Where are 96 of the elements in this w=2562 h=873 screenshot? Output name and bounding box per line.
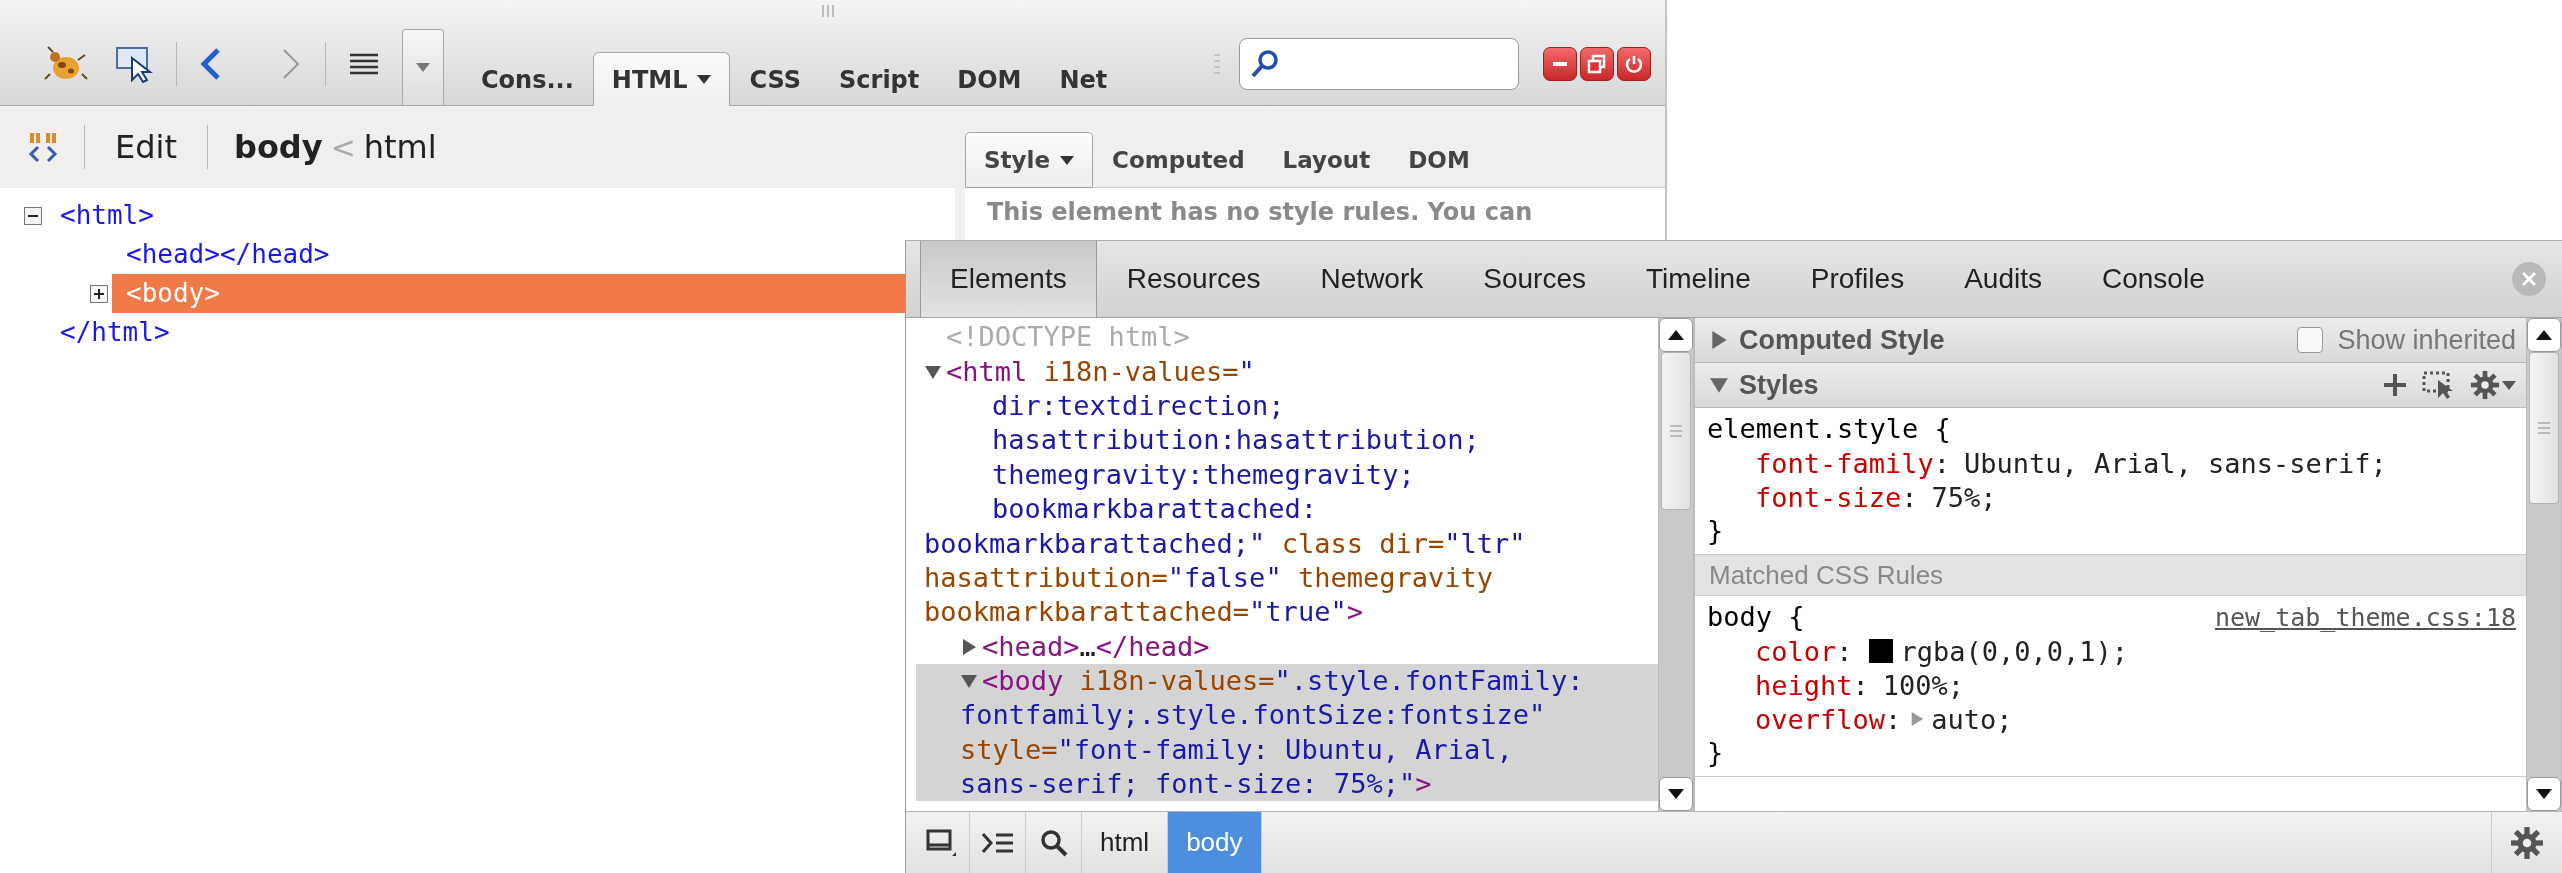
- expand-icon[interactable]: [90, 284, 108, 303]
- css-value: 75%;: [1931, 481, 1997, 513]
- expanded-triangle-icon[interactable]: [1709, 375, 1729, 395]
- panel-tab[interactable]: Elements: [920, 241, 1097, 317]
- restore-button[interactable]: [1580, 46, 1614, 81]
- css-property: color:: [1755, 635, 1853, 667]
- panel-tab[interactable]: HTML: [592, 52, 731, 106]
- scroll-up-button[interactable]: [2527, 318, 2561, 352]
- css-property: overflow:: [1755, 703, 1902, 735]
- code-line: sans-serif; font-size: 75%;">: [960, 767, 1432, 802]
- css-value: auto;: [1931, 703, 2013, 735]
- panel-tab[interactable]: Console: [2071, 241, 2235, 317]
- minimize-icon: [1553, 61, 1567, 66]
- css-brace: }: [1707, 514, 1724, 548]
- color-swatch[interactable]: [1868, 639, 1893, 663]
- section-title: Matched CSS Rules: [1695, 555, 2526, 596]
- section-header[interactable]: Computed Style Show inherited: [1695, 318, 2526, 363]
- code-line: <!DOCTYPE html>: [946, 320, 1190, 355]
- breadcrumb-separator: <: [330, 129, 356, 165]
- css-value: Ubuntu, Arial, sans-serif;: [1964, 447, 2387, 479]
- side-tab[interactable]: DOM: [1389, 132, 1489, 188]
- down-arrow-icon: [1668, 789, 1684, 799]
- css-brace: }: [1707, 736, 1724, 770]
- scroll-down-button[interactable]: [2527, 777, 2561, 811]
- caret-icon: [416, 63, 430, 72]
- css-property: font-size:: [1755, 481, 1918, 513]
- breadcrumb[interactable]: html: [363, 128, 437, 166]
- side-tab[interactable]: Style: [965, 132, 1094, 188]
- code-line: <body i18n-values=".style.fontFamily:: [982, 664, 1584, 699]
- grip-icon: [820, 5, 835, 17]
- code-line: bookmarkbarattached;" class dir="ltr": [924, 526, 1526, 561]
- panel-tab[interactable]: Audits: [1934, 241, 2072, 317]
- code-line: dir:textdirection;: [992, 388, 1285, 423]
- caret-icon: [2502, 380, 2516, 390]
- css-property: height:: [1755, 669, 1869, 701]
- panel-tab[interactable]: Cons...: [462, 52, 593, 106]
- search-icon: [1250, 48, 1280, 79]
- scroll-down-button[interactable]: [1659, 777, 1693, 811]
- add-icon[interactable]: [2382, 372, 2408, 398]
- minimize-button[interactable]: [1543, 46, 1577, 81]
- up-arrow-icon: [2536, 330, 2552, 340]
- section-header[interactable]: Styles: [1695, 363, 2526, 408]
- settings-menu-icon[interactable]: [2470, 370, 2516, 400]
- panel-tab[interactable]: Net: [1040, 52, 1127, 106]
- scroll-up-button[interactable]: [1659, 318, 1693, 352]
- code-line: <html i18n-values=": [946, 354, 1255, 389]
- panel-tab[interactable]: Profiles: [1780, 241, 1935, 317]
- up-arrow-icon: [1668, 330, 1684, 340]
- panel-tab[interactable]: Script: [820, 52, 939, 106]
- css-value: rgba(0,0,0,1);: [1900, 635, 2129, 667]
- back-icon[interactable]: [199, 46, 223, 81]
- side-tab[interactable]: Computed: [1093, 132, 1264, 188]
- empty-message: This element has no style rules. You can: [987, 197, 1534, 228]
- grip-icon: [1213, 52, 1221, 75]
- scroll-thumb[interactable]: [2529, 352, 2559, 504]
- code-line: fontfamily;.style.fontSize:fontsize": [960, 698, 1546, 733]
- collapsed-triangle-icon[interactable]: [960, 637, 978, 656]
- edit-button[interactable]: Edit: [111, 128, 181, 166]
- code-line: bookmarkbarattached="true">: [924, 595, 1363, 630]
- code-line: themegravity:themegravity;: [992, 457, 1415, 492]
- code-line: <head>…</head>: [982, 629, 1210, 664]
- tree-node[interactable]: </html>: [46, 313, 184, 352]
- section-title: Computed Style: [1739, 324, 1945, 356]
- css-value: 100%;: [1882, 669, 1965, 701]
- code-line: style="font-family: Ubuntu, Arial,: [960, 732, 1513, 767]
- collapsed-triangle-icon[interactable]: [1709, 330, 1729, 350]
- settings-icon[interactable]: [2510, 825, 2544, 860]
- collapse-icon[interactable]: [24, 206, 42, 225]
- side-tab[interactable]: Layout: [1263, 132, 1390, 188]
- code-line: bookmarkbarattached:: [992, 492, 1318, 527]
- section-title: Styles: [1739, 369, 1819, 401]
- code-line: hasattribution="false" themegravity: [924, 560, 1493, 595]
- source-link[interactable]: new_tab_theme.css:18: [2214, 602, 2516, 632]
- search-field[interactable]: [1239, 37, 1519, 90]
- css-selector: body {: [1707, 600, 1805, 634]
- tree-node[interactable]: <html>: [46, 196, 168, 235]
- restore-icon: [1587, 53, 1607, 74]
- checkbox[interactable]: [2297, 327, 2324, 353]
- power-icon: [1624, 53, 1644, 74]
- breadcrumb[interactable]: body: [233, 128, 323, 166]
- checkbox-label: Show inherited: [2337, 324, 2516, 356]
- tree-node[interactable]: <head></head>: [112, 235, 344, 274]
- settings-icon[interactable]: [2470, 370, 2500, 400]
- panel-tab[interactable]: Resources: [1096, 241, 1291, 317]
- close-icon: [2521, 271, 2537, 287]
- panel-tab[interactable]: Timeline: [1616, 241, 1781, 317]
- css-property: font-family:: [1755, 447, 1951, 479]
- panel-tab[interactable]: Network: [1290, 241, 1454, 317]
- panel-tab[interactable]: CSS: [730, 52, 821, 106]
- power-button[interactable]: [1617, 46, 1651, 81]
- panel-tab[interactable]: Sources: [1453, 241, 1616, 317]
- scroll-thumb[interactable]: [1661, 352, 1691, 510]
- code-line: hasattribution:hasattribution;: [992, 423, 1480, 458]
- panel-tab[interactable]: DOM: [938, 52, 1041, 106]
- css-selector: element.style {: [1707, 412, 1951, 446]
- down-arrow-icon: [2536, 789, 2552, 799]
